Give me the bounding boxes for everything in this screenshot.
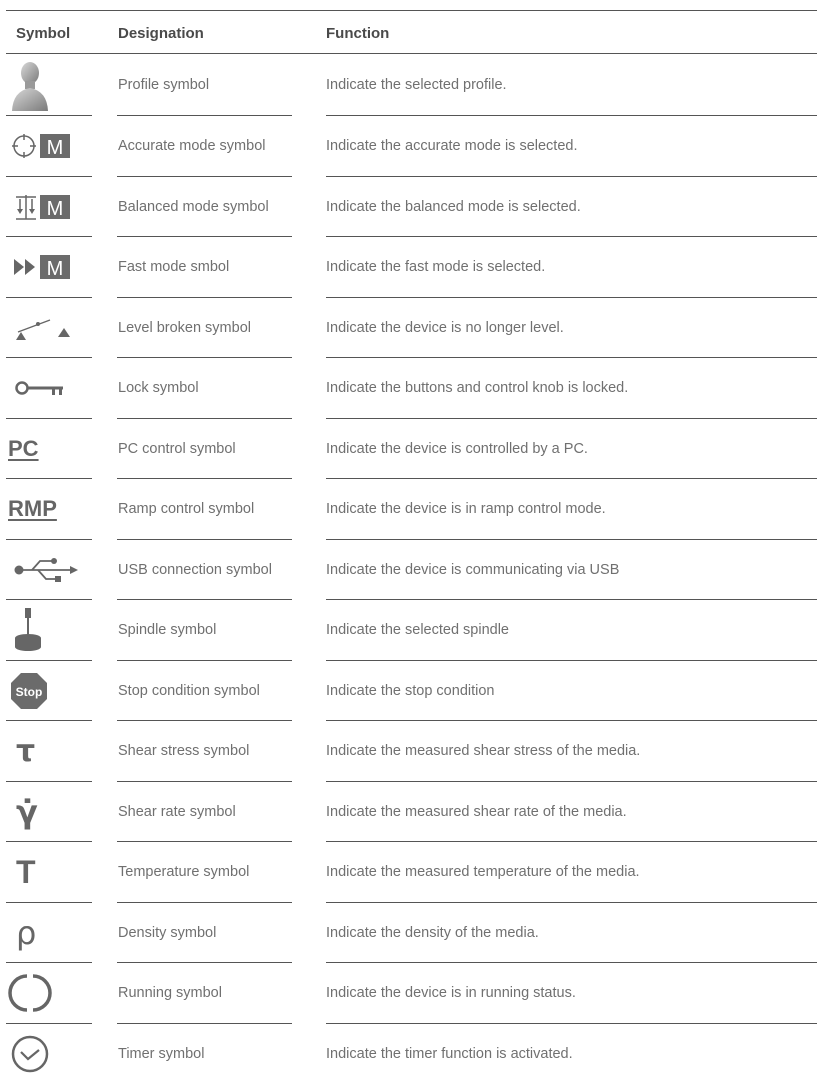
- function-cell: Indicate the stop condition: [326, 683, 494, 699]
- table-row: T Temperature symbol Indicate the measur…: [0, 842, 817, 903]
- function-cell: Indicate the timer function is activated…: [326, 1046, 573, 1062]
- table-row: Timer symbol Indicate the timer function…: [0, 1024, 817, 1084]
- function-cell: Indicate the measured shear rate of the …: [326, 804, 627, 820]
- designation-cell: Level broken symbol: [118, 320, 251, 336]
- stop-sign-icon: Stop: [8, 661, 93, 722]
- table-row: USB connection symbol Indicate the devic…: [0, 540, 817, 601]
- table-row: M Balanced mode symbol Indicate the bala…: [0, 177, 817, 238]
- header-designation: Designation: [118, 25, 204, 42]
- designation-cell: Density symbol: [118, 925, 216, 941]
- function-cell: Indicate the device is in running status…: [326, 985, 576, 1001]
- designation-cell: Ramp control symbol: [118, 501, 254, 517]
- designation-cell: USB connection symbol: [118, 562, 272, 578]
- designation-cell: Temperature symbol: [118, 864, 249, 880]
- table-row: Running symbol Indicate the device is in…: [0, 963, 817, 1024]
- header-rule: [6, 53, 817, 54]
- table-row: ρ Density symbol Indicate the density of…: [0, 903, 817, 964]
- level-broken-icon: [8, 298, 93, 359]
- gamma-dot-icon: γ̇: [8, 782, 93, 843]
- function-cell: Indicate the selected profile.: [326, 77, 507, 93]
- designation-cell: Accurate mode symbol: [118, 138, 265, 154]
- function-cell: Indicate the selected spindle: [326, 622, 509, 638]
- symbol-table: Symbol Designation Function Profile symb…: [0, 0, 817, 1079]
- function-cell: Indicate the balanced mode is selected.: [326, 199, 581, 215]
- header-function: Function: [326, 25, 389, 42]
- function-cell: Indicate the buttons and control knob is…: [326, 380, 628, 396]
- balance-m-icon: M: [8, 177, 93, 238]
- table-row: Stop Stop condition symbol Indicate the …: [0, 661, 817, 722]
- fast-forward-m-icon: M: [8, 237, 93, 298]
- tau-icon: τ: [8, 721, 93, 782]
- table-row: Profile symbol Indicate the selected pro…: [0, 55, 817, 116]
- usb-icon: [8, 540, 93, 601]
- designation-cell: Shear rate symbol: [118, 804, 236, 820]
- designation-cell: PC control symbol: [118, 441, 236, 457]
- function-cell: Indicate the device is in ramp control m…: [326, 501, 606, 517]
- function-cell: Indicate the measured temperature of the…: [326, 864, 640, 880]
- table-row: γ̇ Shear rate symbol Indicate the measur…: [0, 782, 817, 843]
- designation-cell: Fast mode smbol: [118, 259, 229, 275]
- rmp-text-icon: RMP: [8, 479, 93, 540]
- designation-cell: Profile symbol: [118, 77, 209, 93]
- function-cell: Indicate the fast mode is selected.: [326, 259, 545, 275]
- table-row: Level broken symbol Indicate the device …: [0, 298, 817, 359]
- designation-cell: Shear stress symbol: [118, 743, 249, 759]
- svg-text:M: M: [47, 198, 64, 220]
- function-cell: Indicate the device is communicating via…: [326, 562, 619, 578]
- designation-cell: Balanced mode symbol: [118, 199, 269, 215]
- profile-bust-icon: [8, 55, 93, 116]
- header-symbol: Symbol: [16, 25, 70, 42]
- designation-cell: Stop condition symbol: [118, 683, 260, 699]
- table-row: PC PC control symbol Indicate the device…: [0, 419, 817, 480]
- svg-text:Stop: Stop: [16, 685, 43, 699]
- table-row: Spindle symbol Indicate the selected spi…: [0, 600, 817, 661]
- table-row: M Fast mode smbol Indicate the fast mode…: [0, 237, 817, 298]
- function-cell: Indicate the device is no longer level.: [326, 320, 564, 336]
- svg-text:M: M: [47, 258, 64, 280]
- temperature-t-icon: T: [8, 842, 93, 903]
- key-icon: [8, 358, 93, 419]
- function-cell: Indicate the measured shear stress of th…: [326, 743, 640, 759]
- designation-cell: Timer symbol: [118, 1046, 204, 1062]
- pc-text-icon: PC: [8, 419, 93, 480]
- crosshair-m-icon: M: [8, 116, 93, 177]
- function-cell: Indicate the accurate mode is selected.: [326, 138, 577, 154]
- rho-icon: ρ: [8, 903, 93, 964]
- designation-cell: Lock symbol: [118, 380, 199, 396]
- table-top-rule: [6, 10, 817, 11]
- designation-cell: Spindle symbol: [118, 622, 216, 638]
- table-row: RMP Ramp control symbol Indicate the dev…: [0, 479, 817, 540]
- table-row: τ Shear stress symbol Indicate the measu…: [0, 721, 817, 782]
- table-row: Lock symbol Indicate the buttons and con…: [0, 358, 817, 419]
- function-cell: Indicate the device is controlled by a P…: [326, 441, 588, 457]
- designation-cell: Running symbol: [118, 985, 222, 1001]
- timer-clock-icon: [8, 1024, 93, 1084]
- spindle-icon: [8, 600, 93, 661]
- running-circle-icon: [8, 963, 93, 1024]
- svg-text:M: M: [47, 137, 64, 159]
- table-row: M Accurate mode symbol Indicate the accu…: [0, 116, 817, 177]
- function-cell: Indicate the density of the media.: [326, 925, 539, 941]
